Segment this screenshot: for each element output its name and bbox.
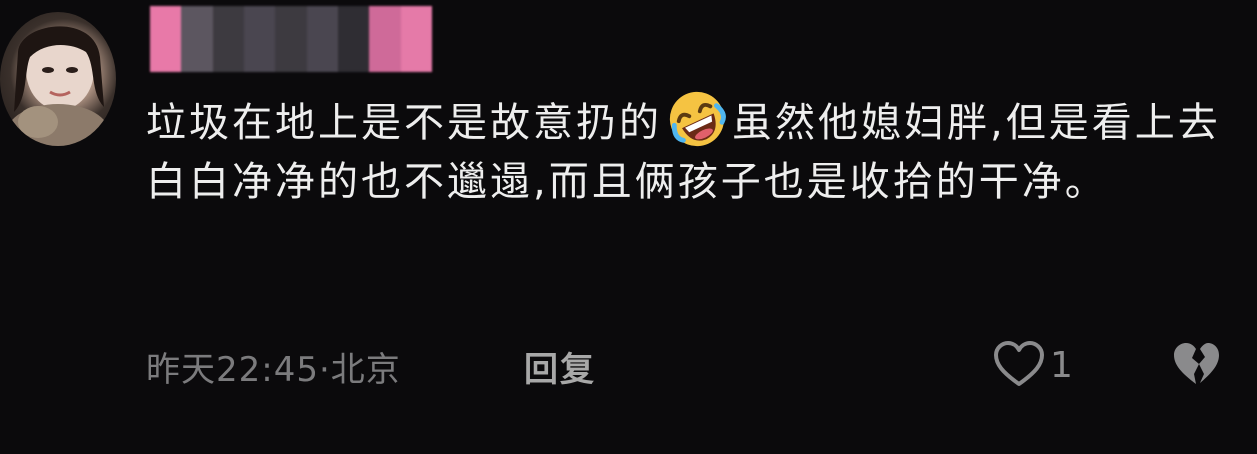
comment-text-part1: 垃圾在地上是不是故意扔的 xyxy=(146,100,662,146)
username-mosaic-block xyxy=(306,6,338,72)
like-button[interactable]: 1 xyxy=(992,340,1073,390)
broken-heart-icon[interactable] xyxy=(1170,340,1222,390)
username-blurred[interactable] xyxy=(150,6,432,72)
username-mosaic-block xyxy=(400,6,432,72)
username-mosaic-block xyxy=(275,6,307,72)
timestamp-location: 昨天22:45·北京 xyxy=(146,350,401,390)
comment-item: 垃圾在地上是不是故意扔的 虽然他媳妇胖,但是看上去白白净净的也不邋遢,而且俩孩子… xyxy=(0,0,1257,454)
comment-text: 垃圾在地上是不是故意扔的 虽然他媳妇胖,但是看上去白白净净的也不邋遢,而且俩孩子… xyxy=(146,88,1226,212)
username-mosaic-block xyxy=(181,6,213,72)
like-count: 1 xyxy=(1050,344,1073,386)
username-mosaic-block xyxy=(212,6,244,72)
username-mosaic-block xyxy=(243,6,276,72)
username-mosaic-block xyxy=(337,6,370,72)
reply-button[interactable]: 回复 xyxy=(524,342,596,391)
comment-meta: 昨天22:45·北京 回复 1 xyxy=(146,340,1236,390)
username-mosaic-block xyxy=(150,6,182,72)
username-mosaic-block xyxy=(369,6,401,72)
avatar[interactable] xyxy=(0,12,116,146)
user-avatar-photo xyxy=(6,26,110,146)
rolling-on-floor-laughing-emoji xyxy=(669,91,726,147)
heart-outline-icon[interactable] xyxy=(992,340,1046,390)
